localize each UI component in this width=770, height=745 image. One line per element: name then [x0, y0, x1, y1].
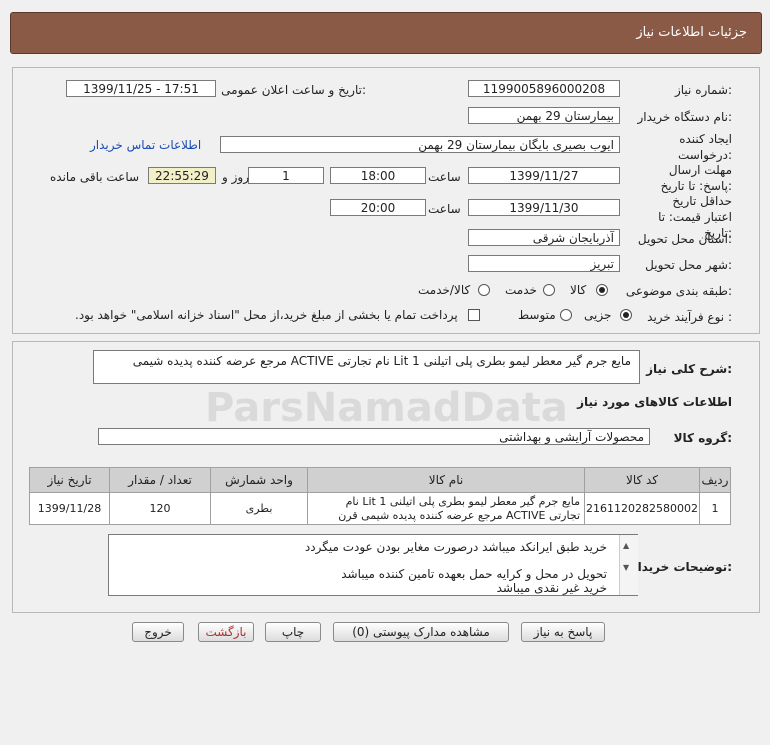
col-qty-header: تعداد / مقدار — [109, 467, 212, 493]
goods-group-field: محصولات آرایشی و بهداشتی — [98, 428, 650, 445]
description-box: مایع جرم گیر معطر لیمو بطری پلی اتیلنی 1… — [93, 350, 640, 384]
buyer-note-line-1: خرید طبق ایرانکد میباشد درصورت مغایر بود… — [304, 540, 607, 554]
remaining-time-field: 22:55:29 — [148, 167, 216, 184]
col-name-header: نام کالا — [307, 467, 586, 493]
deadline-time-field: 18:00 — [330, 167, 426, 184]
category-goods-text: کالا — [570, 283, 587, 297]
city-field: تبریز — [468, 255, 620, 272]
purchase-type-label: نوع فرآیند خرید : — [647, 310, 732, 324]
city-label: شهر محل تحویل: — [645, 258, 732, 272]
table-header-row: ردیف کد کالا نام کالا واحد شمارش تعداد /… — [28, 467, 731, 493]
announce-field: 1399/11/25 - 17:51 — [66, 80, 216, 97]
buyer-notes-label: توضیحات خریدار: — [630, 560, 732, 574]
buyer-note-line-3: خرید غیر نقدی میباشد — [496, 581, 607, 595]
category-goods-radio[interactable] — [596, 284, 608, 296]
cell-date: 1399/11/28 — [28, 492, 111, 525]
cell-unit: بطری — [210, 492, 309, 525]
description-label: شرح کلی نیاز: — [646, 362, 732, 376]
validity-time-field: 20:00 — [330, 199, 426, 216]
buyer-note-line-2: تحویل در محل و کرایه حمل بعهده تامین کنن… — [341, 567, 607, 581]
deadline-date-field: 1399/11/27 — [468, 167, 620, 184]
page-title: جزئیات اطلاعات نیاز — [636, 25, 747, 40]
category-service-text: خدمت — [505, 283, 537, 297]
cell-qty: 120 — [109, 492, 212, 525]
province-field: آذربایجان شرقی — [468, 229, 620, 246]
reply-button[interactable]: پاسخ به نیاز — [521, 622, 605, 642]
province-label: استان محل تحویل: — [637, 232, 732, 246]
creator-label: ایجاد کننده درخواست: — [678, 132, 732, 162]
page-header: جزئیات اطلاعات نیاز — [10, 12, 762, 54]
scroll-down-icon[interactable]: ▼ — [623, 563, 629, 572]
category-service-radio[interactable] — [543, 284, 555, 296]
days-field: 1 — [248, 167, 324, 184]
contact-info-link[interactable]: اطلاعات تماس خریدار — [90, 138, 201, 152]
col-index-header: ردیف — [699, 467, 731, 493]
buyer-org-field: بیمارستان 29 بهمن — [468, 107, 620, 124]
goods-group-label: گروه کالا: — [673, 431, 732, 445]
treasury-note: پرداخت تمام یا بخشی از مبلغ خرید،از محل … — [75, 308, 458, 322]
col-unit-header: واحد شمارش — [210, 467, 309, 493]
announce-label: تاریخ و ساعت اعلان عمومی: — [221, 83, 366, 97]
deadline-label: مهلت ارسال پاسخ: تا تاریخ: — [660, 163, 732, 193]
validity-time-label: ساعت — [428, 202, 461, 216]
purchase-minor-radio[interactable] — [620, 309, 632, 321]
col-code-header: کد کالا — [584, 467, 700, 493]
goods-table: ردیف کد کالا نام کالا واحد شمارش تعداد /… — [28, 467, 731, 525]
purchase-medium-text: متوسط — [518, 308, 556, 322]
category-both-radio[interactable] — [478, 284, 490, 296]
need-number-field: 1199005896000208 — [468, 80, 620, 97]
purchase-medium-radio[interactable] — [560, 309, 572, 321]
treasury-checkbox[interactable] — [468, 309, 480, 321]
attachments-button[interactable]: مشاهده مدارک پیوستی (0) — [333, 622, 509, 642]
purchase-minor-text: جزیی — [584, 308, 612, 322]
scroll-up-icon[interactable]: ▲ — [623, 541, 629, 550]
category-label: طبقه بندی موضوعی: — [625, 284, 732, 298]
cell-index: 1 — [699, 492, 731, 525]
buyer-notes-box: خرید طبق ایرانکد میباشد درصورت مغایر بود… — [108, 534, 638, 596]
col-date-header: تاریخ نیاز — [28, 467, 111, 493]
description-text: مایع جرم گیر معطر لیمو بطری پلی اتیلنی 1… — [132, 354, 631, 368]
cell-name: مایع جرم گیر معطر لیمو بطری پلی اتیلنی 1… — [307, 492, 586, 525]
days-label: روز و — [222, 170, 249, 184]
creator-field: ایوب بصیری بایگان بیمارستان 29 بهمن — [220, 136, 620, 153]
category-both-text: کالا/خدمت — [418, 283, 471, 297]
table-row[interactable]: 1 2161120282580002 مایع جرم گیر معطر لیم… — [28, 492, 731, 525]
need-number-label: شماره نیاز: — [674, 83, 732, 97]
print-button[interactable]: چاپ — [265, 622, 321, 642]
notes-scrollbar[interactable]: ▲ ▼ — [619, 535, 638, 595]
goods-section-title: اطلاعات کالاهای مورد نیاز — [577, 395, 732, 409]
cell-code: 2161120282580002 — [584, 492, 700, 525]
exit-button[interactable]: خروج — [132, 622, 184, 642]
deadline-time-label: ساعت — [428, 170, 461, 184]
remaining-label: ساعت باقی مانده — [50, 170, 140, 184]
buyer-org-label: نام دستگاه خریدار: — [637, 110, 733, 124]
back-button[interactable]: بازگشت — [198, 622, 254, 642]
validity-date-field: 1399/11/30 — [468, 199, 620, 216]
